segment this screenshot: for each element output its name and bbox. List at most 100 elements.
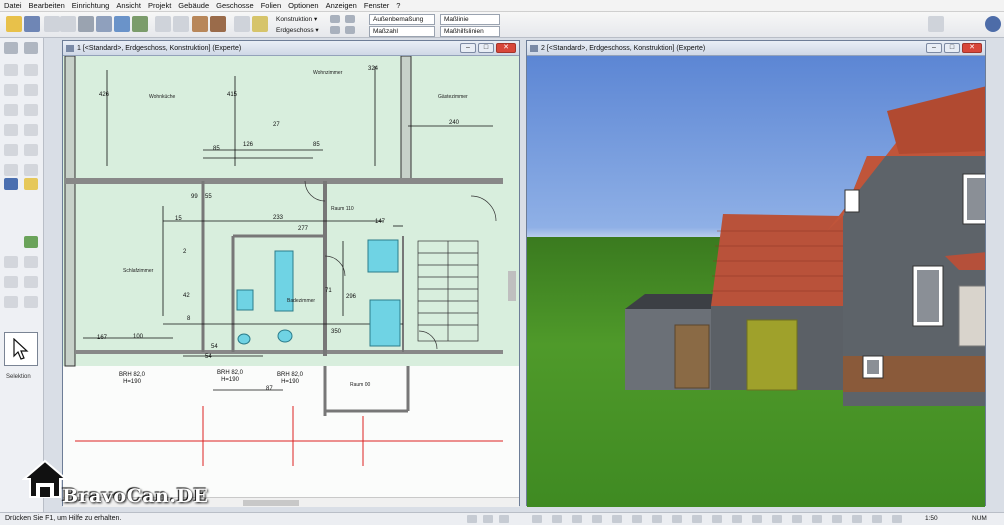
floor-up-icon[interactable] <box>345 26 355 34</box>
dimension-field-4[interactable]: Maßhilfslinien <box>440 26 500 37</box>
camera-icon[interactable] <box>532 515 542 523</box>
hatch-tool-icon[interactable] <box>24 296 38 308</box>
layer-visibility-icon[interactable] <box>652 515 662 523</box>
menu-gebaeude[interactable]: Gebäude <box>178 1 209 10</box>
pan-icon[interactable] <box>732 515 742 523</box>
zoom-icon[interactable] <box>712 515 722 523</box>
dimension-tool-icon[interactable] <box>4 164 18 176</box>
scrollbar-thumb[interactable] <box>243 500 299 506</box>
menu-anzeigen[interactable]: Anzeigen <box>326 1 357 10</box>
slab-tool-icon[interactable] <box>4 144 18 156</box>
dimension-field-1[interactable]: Außenbemaßung <box>369 14 435 25</box>
section-icon[interactable] <box>832 515 842 523</box>
menu-datei[interactable]: Datei <box>4 1 22 10</box>
menu-fenster[interactable]: Fenster <box>364 1 389 10</box>
shaded-icon[interactable] <box>792 515 802 523</box>
dimension-field-3[interactable]: Maßzahl <box>369 26 435 37</box>
render-icon[interactable] <box>672 515 682 523</box>
dimension-field-2[interactable]: Maßlinie <box>440 14 500 25</box>
brh-value: BRH 82,0 <box>277 372 304 378</box>
export-icon[interactable] <box>692 515 702 523</box>
photo-icon[interactable] <box>812 515 822 523</box>
ortho-icon[interactable] <box>499 515 509 523</box>
maximize-button[interactable]: □ <box>478 43 494 53</box>
light-icon[interactable] <box>612 515 622 523</box>
save-icon[interactable] <box>24 16 40 32</box>
beam-tool-icon[interactable] <box>24 124 38 136</box>
roof-tool-icon[interactable] <box>24 104 38 116</box>
plan-window-title: 1 [<Standard>, Erdgeschoss, Konstruktion… <box>77 45 242 52</box>
poly-tool-icon[interactable] <box>24 276 38 288</box>
open-folder-icon[interactable] <box>6 16 22 32</box>
sun-icon[interactable] <box>592 515 602 523</box>
roof-icon[interactable] <box>210 16 226 32</box>
dimension-label: 126 <box>243 142 254 148</box>
opening-tool-icon[interactable] <box>24 144 38 156</box>
texture-icon[interactable] <box>632 515 642 523</box>
layer-combo[interactable]: Konstruktion ▾ <box>276 15 317 25</box>
window-tool-icon[interactable] <box>24 84 38 96</box>
catalog-icon[interactable] <box>114 16 130 32</box>
menu-projekt[interactable]: Projekt <box>148 1 171 10</box>
grid-icon[interactable] <box>467 515 477 523</box>
selection-button[interactable] <box>4 332 38 366</box>
close-button[interactable]: ✕ <box>962 43 982 53</box>
person-tool-icon[interactable] <box>4 178 18 190</box>
wireframe-icon[interactable] <box>772 515 782 523</box>
floor-plan-canvas[interactable]: Wohnzimmer Wohnküche Gästezimmer Schlafz… <box>63 56 519 507</box>
north-icon[interactable] <box>852 515 862 523</box>
stairs-tool-icon[interactable] <box>4 104 18 116</box>
help-icon[interactable] <box>985 16 1001 32</box>
menu-ansicht[interactable]: Ansicht <box>116 1 141 10</box>
orbit-icon[interactable] <box>752 515 762 523</box>
minimize-button[interactable]: – <box>460 43 476 53</box>
tree-icon[interactable] <box>572 515 582 523</box>
floor-settings-icon[interactable] <box>330 26 340 34</box>
redo-icon[interactable] <box>60 16 76 32</box>
select-area-tool-icon[interactable] <box>24 42 38 54</box>
window-icon <box>66 45 74 52</box>
door-tool-icon[interactable] <box>4 84 18 96</box>
room-tool-icon[interactable] <box>24 64 38 76</box>
print-preview-icon[interactable] <box>96 16 112 32</box>
dimension-label: 71 <box>325 288 332 294</box>
maximize-button[interactable]: □ <box>944 43 960 53</box>
text-tool-icon[interactable] <box>24 164 38 176</box>
book-icon[interactable] <box>928 16 944 32</box>
layer-settings-icon[interactable] <box>330 15 340 23</box>
house-icon[interactable] <box>192 16 208 32</box>
menu-folien[interactable]: Folien <box>261 1 281 10</box>
image-icon[interactable] <box>132 16 148 32</box>
walk-icon[interactable] <box>552 515 562 523</box>
minimize-button[interactable]: – <box>926 43 942 53</box>
rect-tool-icon[interactable] <box>4 276 18 288</box>
view-options-icon[interactable] <box>892 515 902 523</box>
plan-window-titlebar: 1 [<Standard>, Erdgeschoss, Konstruktion… <box>63 41 519 56</box>
symbol-tool-icon[interactable] <box>4 296 18 308</box>
settings-icon[interactable] <box>872 515 882 523</box>
layer-up-icon[interactable] <box>345 15 355 23</box>
3d-view-canvas[interactable] <box>527 56 985 507</box>
menu-help[interactable]: ? <box>396 1 400 10</box>
menu-einrichtung[interactable]: Einrichtung <box>72 1 110 10</box>
label-tool-icon[interactable] <box>24 178 38 190</box>
menu-optionen[interactable]: Optionen <box>288 1 318 10</box>
pointer-tool-icon[interactable] <box>4 42 18 54</box>
refresh-icon[interactable] <box>155 16 171 32</box>
rotate-icon[interactable] <box>173 16 189 32</box>
undo-icon[interactable] <box>44 16 60 32</box>
print-icon[interactable] <box>78 16 94 32</box>
snap-icon[interactable] <box>483 515 493 523</box>
wall-tool-icon[interactable] <box>4 64 18 76</box>
close-button[interactable]: ✕ <box>496 43 516 53</box>
terrain-tool-icon[interactable] <box>24 236 38 248</box>
menu-bearbeiten[interactable]: Bearbeiten <box>29 1 65 10</box>
floor-combo[interactable]: Erdgeschoss ▾ <box>276 26 319 36</box>
move-icon[interactable] <box>234 16 250 32</box>
circle-tool-icon[interactable] <box>24 256 38 268</box>
dimension-label: 324 <box>368 66 379 72</box>
column-tool-icon[interactable] <box>4 124 18 136</box>
menu-geschosse[interactable]: Geschosse <box>216 1 254 10</box>
measure-icon[interactable] <box>252 16 268 32</box>
line-tool-icon[interactable] <box>4 256 18 268</box>
